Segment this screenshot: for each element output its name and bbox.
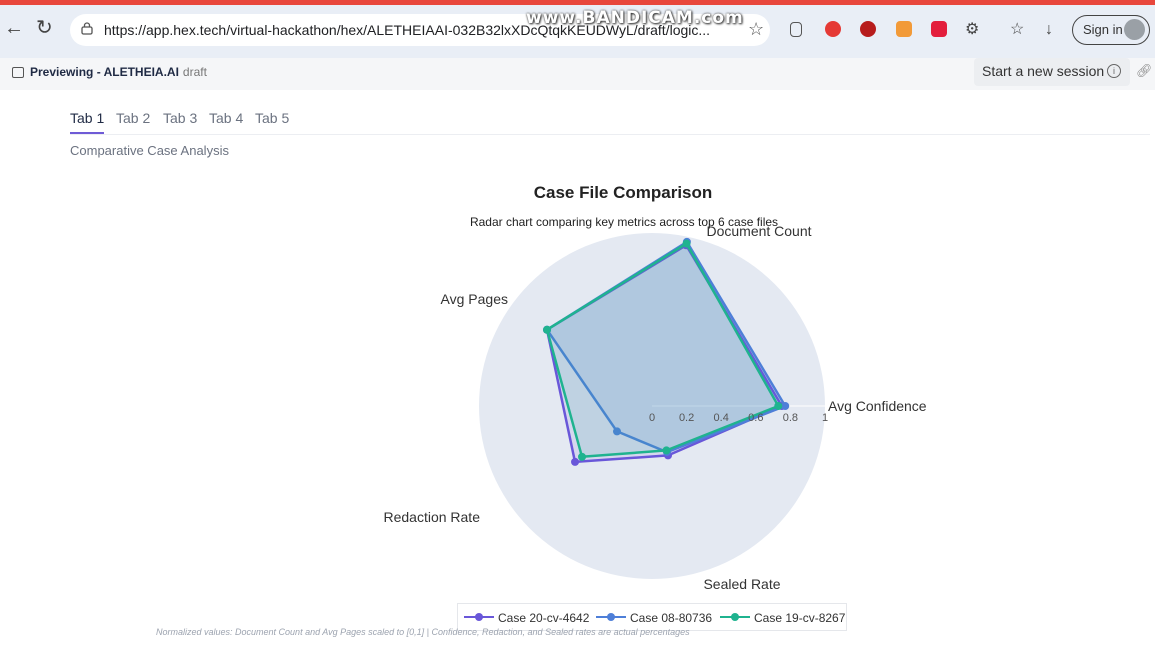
axis-label-redaction-rate: Redaction Rate (383, 509, 480, 525)
series-3-point-1 (682, 239, 691, 248)
radar-chart: Case File ComparisonRadar chart comparin… (383, 183, 927, 592)
legend-marker-3 (731, 613, 739, 621)
series-3-point-5 (543, 325, 552, 334)
series-1-point-4 (571, 457, 580, 466)
legend-marker-2 (607, 613, 615, 621)
radial-tick-label: 0.8 (783, 412, 798, 424)
chart-footnote: Normalized values: Document Count and Av… (156, 627, 690, 637)
series-3-point-3 (662, 446, 671, 455)
axis-label-sealed-rate: Sealed Rate (703, 576, 780, 592)
radial-tick-label: 0.6 (748, 412, 763, 424)
radial-tick-label: 0 (649, 412, 655, 424)
radial-tick-label: 0.4 (714, 412, 729, 424)
chart-title: Case File Comparison (534, 183, 713, 202)
axis-label-avg-confidence: Avg Confidence (828, 398, 927, 414)
series-2-point-2 (781, 402, 790, 410)
series-3-point-2 (774, 402, 783, 410)
series-3-point-4 (578, 452, 587, 461)
legend-item-3[interactable]: Case 19-cv-8267 (754, 611, 845, 625)
legend-marker-1 (475, 613, 483, 621)
legend-item-2[interactable]: Case 08-80736 (630, 611, 712, 625)
legend-item-1[interactable]: Case 20-cv-4642 (498, 611, 589, 625)
axis-label-document-count: Document Count (706, 223, 811, 239)
axis-label-avg-pages: Avg Pages (441, 291, 508, 307)
radial-tick-label: 0.2 (679, 412, 694, 424)
